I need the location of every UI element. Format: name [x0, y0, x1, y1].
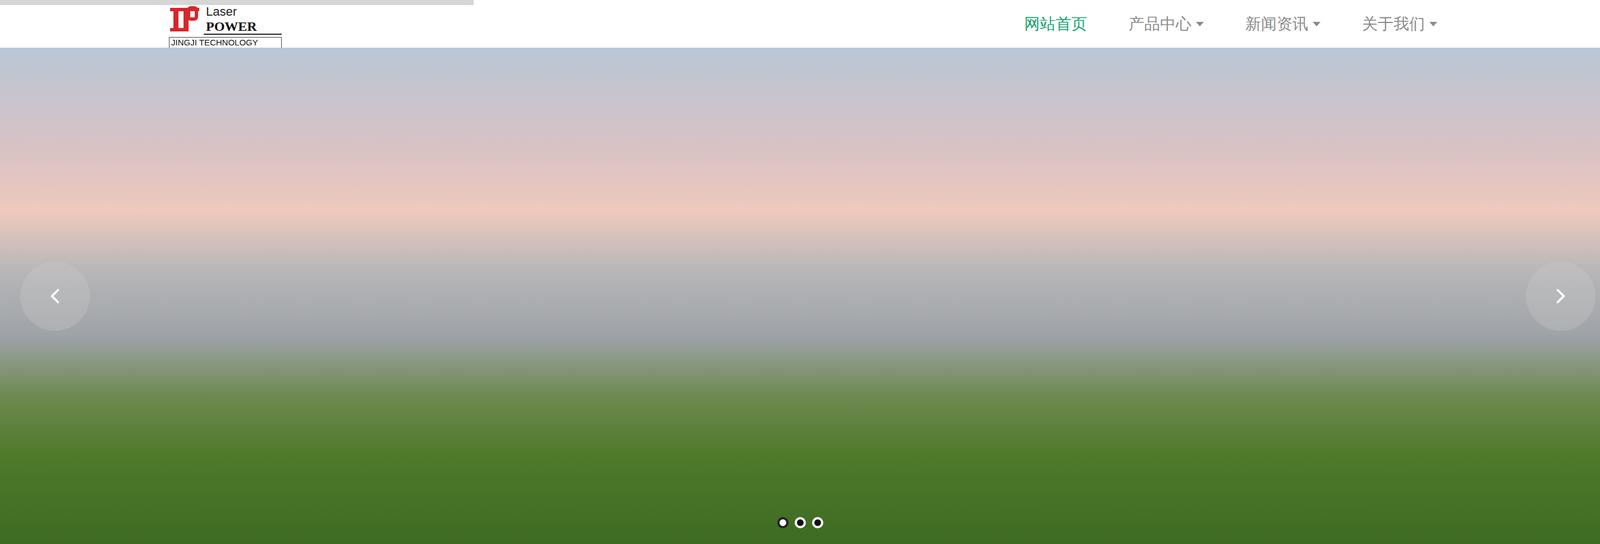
caret-down-icon [1429, 21, 1438, 27]
nav: 网站首页 产品中心 新闻资讯 关于我们 [1024, 10, 1438, 39]
next-button[interactable] [1525, 261, 1596, 332]
logo-line: POWER [203, 19, 282, 35]
chevron-right-icon [1548, 283, 1574, 309]
header: LaserPOWER JINGJI TECHNOLOGY 网站首页 产品中心 新闻资讯 关… [0, 0, 1600, 48]
chevron-left-icon [42, 283, 68, 309]
hero-carousel [0, 47, 1600, 544]
logo[interactable]: LaserPOWER JINGJI TECHNOLOGY [165, 2, 286, 52]
nav-item[interactable]: 网站首页 [1024, 10, 1088, 39]
carousel-dot[interactable] [794, 517, 806, 529]
caret-down-icon [1312, 21, 1321, 27]
carousel-dot[interactable] [777, 517, 789, 529]
caret-down-icon [1195, 21, 1204, 27]
logo-line: Laser [203, 5, 282, 18]
carousel-dot[interactable] [812, 517, 824, 529]
loading-bar [0, 0, 1600, 6]
loading-bar-fill [0, 0, 474, 6]
nav-item[interactable]: 新闻资讯 [1245, 10, 1321, 39]
nav-item[interactable]: 产品中心 [1128, 10, 1204, 39]
prev-button[interactable] [20, 261, 90, 332]
logo-tagline: JINGJI TECHNOLOGY [168, 37, 282, 49]
carousel-dots [777, 517, 824, 529]
logo-mark-icon [168, 5, 201, 35]
nav-item[interactable]: 关于我们 [1362, 10, 1438, 39]
page: LaserPOWER JINGJI TECHNOLOGY 网站首页 产品中心 新闻资讯 关… [0, 0, 1600, 544]
